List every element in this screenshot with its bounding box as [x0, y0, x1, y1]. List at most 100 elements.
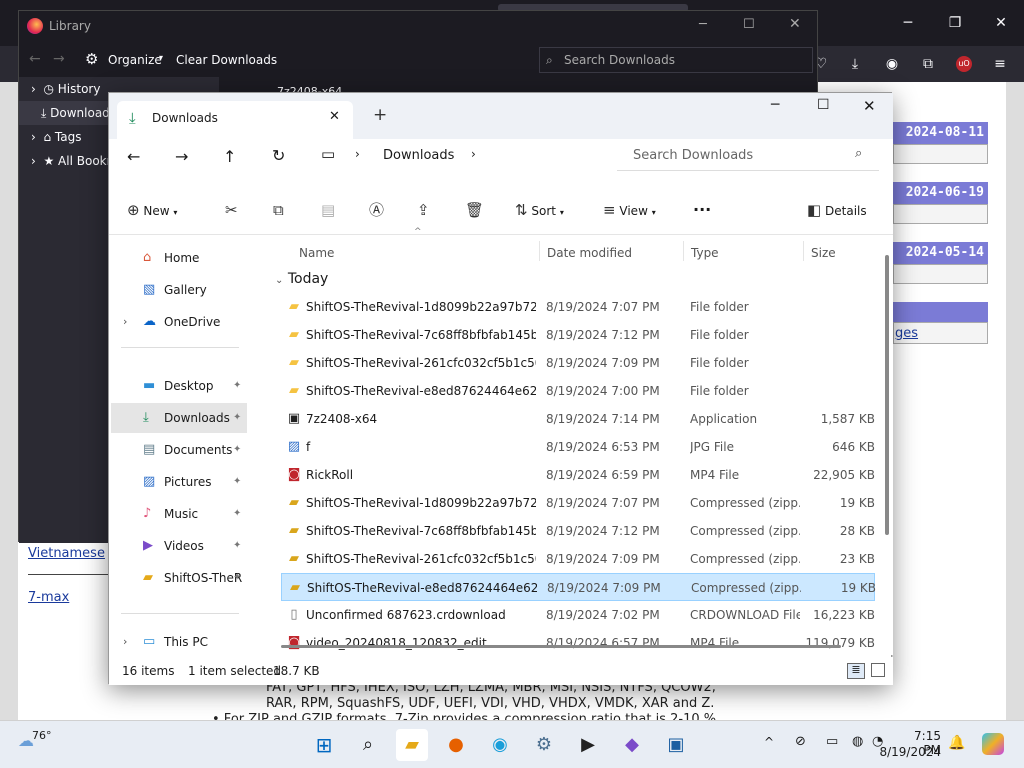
network-off-icon[interactable]: ⊘	[795, 734, 806, 749]
file-row[interactable]: ▰ ShiftOS-TheRevival-1d8099b22a97b72f9a..…	[281, 489, 875, 517]
column-divider[interactable]	[803, 241, 804, 261]
pin-icon[interactable]: ✦	[233, 531, 241, 561]
library-maximize-icon[interactable]: ☐	[743, 17, 755, 32]
details-view-icon[interactable]: ≣	[847, 663, 865, 679]
forward-icon[interactable]: →	[53, 51, 65, 67]
share-button[interactable]: ⇪	[417, 198, 430, 222]
forward-arrow-icon[interactable]: →	[175, 147, 188, 166]
file-row[interactable]: ▰ ShiftOS-TheRevival-261cfc032cf5b1c50f6.…	[281, 349, 875, 377]
close-icon[interactable]: ✕	[863, 97, 876, 115]
nav-item-music[interactable]: ♪ Music ✦	[111, 499, 247, 529]
file-row[interactable]: ▨ f 8/19/2024 6:53 PM JPG File 646 KB	[281, 433, 875, 461]
view-button[interactable]: ≡ View ▾	[603, 198, 669, 222]
settings-taskbar-icon[interactable]: ⚙	[528, 729, 560, 761]
up-arrow-icon[interactable]: ↑	[223, 147, 236, 166]
notification-bell-icon[interactable]: 🔔	[948, 735, 965, 751]
pin-icon[interactable]: ✦	[233, 403, 241, 433]
pin-icon[interactable]: ✦	[233, 467, 241, 497]
column-header-date[interactable]: Date modified	[547, 241, 632, 265]
visual-studio-taskbar-icon[interactable]: ◆	[616, 729, 648, 761]
edge-taskbar-icon[interactable]: ◉	[484, 729, 516, 761]
file-row[interactable]: ▰ ShiftOS-TheRevival-e8ed87624464e628ae..…	[281, 377, 875, 405]
weather-temp[interactable]: 76°	[32, 729, 52, 742]
paste-button[interactable]: ▤	[321, 198, 335, 222]
column-divider[interactable]	[539, 241, 540, 261]
vertical-scrollbar[interactable]	[885, 255, 889, 535]
search-taskbar-icon[interactable]: ⌕	[352, 729, 384, 761]
file-row[interactable]: ▯ Unconfirmed 687623.crdownload 8/19/2024 …	[281, 601, 875, 629]
minimize-icon[interactable]: ─	[771, 97, 779, 113]
nav-item-onedrive[interactable]: › ☁ OneDrive	[111, 307, 247, 337]
nav-item-videos[interactable]: ▶ Videos ✦	[111, 531, 247, 561]
7-max-link[interactable]: 7-max	[28, 590, 69, 605]
nav-item-gallery[interactable]: ▧ Gallery	[111, 275, 247, 305]
vietnamese-link[interactable]: Vietnamese	[28, 546, 105, 561]
tab-close-icon[interactable]: ✕	[329, 109, 340, 124]
nav-item-desktop[interactable]: ▬ Desktop ✦	[111, 371, 247, 401]
browser-minimize-icon[interactable]: ─	[893, 8, 923, 38]
chevron-right-icon[interactable]: ›	[123, 627, 127, 657]
more-options-icon[interactable]: ···	[693, 198, 711, 222]
cut-button[interactable]: ✂	[225, 198, 238, 222]
copy-button[interactable]: ⧉	[273, 198, 284, 222]
address-input[interactable]: ▭ › Downloads ›	[313, 139, 609, 171]
file-row[interactable]: ◙ video_20240818_120832_edit 8/19/2024 6:5…	[281, 629, 875, 657]
file-row[interactable]: ▰ ShiftOS-TheRevival-7c68ff8bfbfab145b70.…	[281, 321, 875, 349]
search-input[interactable]: Search Downloads ⌕	[617, 139, 879, 171]
file-row[interactable]: ▰ ShiftOS-TheRevival-7c68ff8bfbfab145b70.…	[281, 517, 875, 545]
back-icon[interactable]: ←	[29, 51, 41, 67]
extensions-icon[interactable]: ⧉	[913, 49, 943, 79]
nav-item-shiftos-ther[interactable]: ▰ ShiftOS-TheR ✦	[111, 563, 247, 593]
horizontal-scrollbar[interactable]	[281, 645, 841, 648]
menu-icon[interactable]: ≡	[985, 49, 1015, 79]
languages-link[interactable]: ges	[895, 326, 918, 341]
clock-date[interactable]: 8/19/2024	[879, 745, 941, 759]
nav-item-pictures[interactable]: ▨ Pictures ✦	[111, 467, 247, 497]
browser-close-icon[interactable]: ✕	[986, 8, 1016, 38]
file-explorer-taskbar-icon[interactable]: ▰	[396, 729, 428, 761]
pin-icon[interactable]: ✦	[233, 435, 241, 465]
details-button[interactable]: ◧ Details	[807, 198, 871, 222]
firefox-taskbar-icon[interactable]: ●	[440, 729, 472, 761]
wifi-icon[interactable]: ◍	[852, 734, 863, 749]
organize-button[interactable]: Organize	[108, 53, 162, 67]
virtualbox-taskbar-icon[interactable]: ▣	[660, 729, 692, 761]
delete-button[interactable]: 🗑	[465, 198, 484, 222]
tab-downloads[interactable]: ⤓ Downloads ✕	[117, 101, 353, 139]
file-row[interactable]: ▰ ShiftOS-TheRevival-e8ed87624464e628ae..…	[281, 573, 876, 601]
account-icon[interactable]: ◉	[877, 49, 907, 79]
library-minimize-icon[interactable]: ─	[699, 17, 707, 32]
column-header-size[interactable]: Size	[811, 241, 836, 265]
file-row[interactable]: ▰ ShiftOS-TheRevival-1d8099b22a97b72f9a..…	[281, 293, 875, 321]
new-button[interactable]: ⊕ New ▾	[127, 198, 193, 222]
refresh-icon[interactable]: ↻	[272, 146, 285, 165]
sort-button[interactable]: ⇅ Sort ▾	[515, 198, 577, 222]
ublock-icon[interactable]: uO	[956, 56, 972, 72]
breadcrumb-downloads[interactable]: Downloads	[383, 148, 454, 163]
breadcrumb-chevron-icon[interactable]: ›	[471, 147, 476, 161]
media-player-taskbar-icon[interactable]: ▶	[572, 729, 604, 761]
back-arrow-icon[interactable]: ←	[127, 147, 140, 166]
column-header-name[interactable]: Name	[299, 241, 334, 265]
file-row[interactable]: ▣ 7z2408-x64 8/19/2024 7:14 PM Application 1…	[281, 405, 875, 433]
pin-icon[interactable]: ✦	[233, 563, 241, 593]
nav-item-home[interactable]: ⌂ Home	[111, 243, 247, 273]
new-tab-icon[interactable]: +	[373, 105, 387, 125]
file-row[interactable]: ▰ ShiftOS-TheRevival-261cfc032cf5b1c50f6.…	[281, 545, 875, 573]
pin-icon[interactable]: ✦	[233, 371, 241, 401]
maximize-icon[interactable]: ☐	[817, 97, 830, 113]
rename-button[interactable]: Ⓐ	[369, 198, 384, 222]
clear-downloads-button[interactable]: Clear Downloads	[176, 53, 277, 67]
nav-item-this-pc[interactable]: › ▭ This PC	[111, 627, 247, 657]
library-close-icon[interactable]: ✕	[789, 16, 801, 32]
copilot-icon[interactable]	[982, 733, 1004, 755]
column-divider[interactable]	[683, 241, 684, 261]
browser-maximize-icon[interactable]: ❐	[940, 8, 970, 38]
display-icon[interactable]: ▭	[826, 734, 838, 749]
tiles-view-icon[interactable]	[871, 663, 885, 677]
file-row[interactable]: ◙ RickRoll 8/19/2024 6:59 PM MP4 File 22,905…	[281, 461, 875, 489]
nav-item-downloads[interactable]: ⤓ Downloads ✦	[111, 403, 247, 433]
chevron-up-icon[interactable]: ^	[764, 735, 774, 749]
pin-icon[interactable]: ✦	[233, 499, 241, 529]
start-button[interactable]: ⊞	[308, 729, 340, 761]
